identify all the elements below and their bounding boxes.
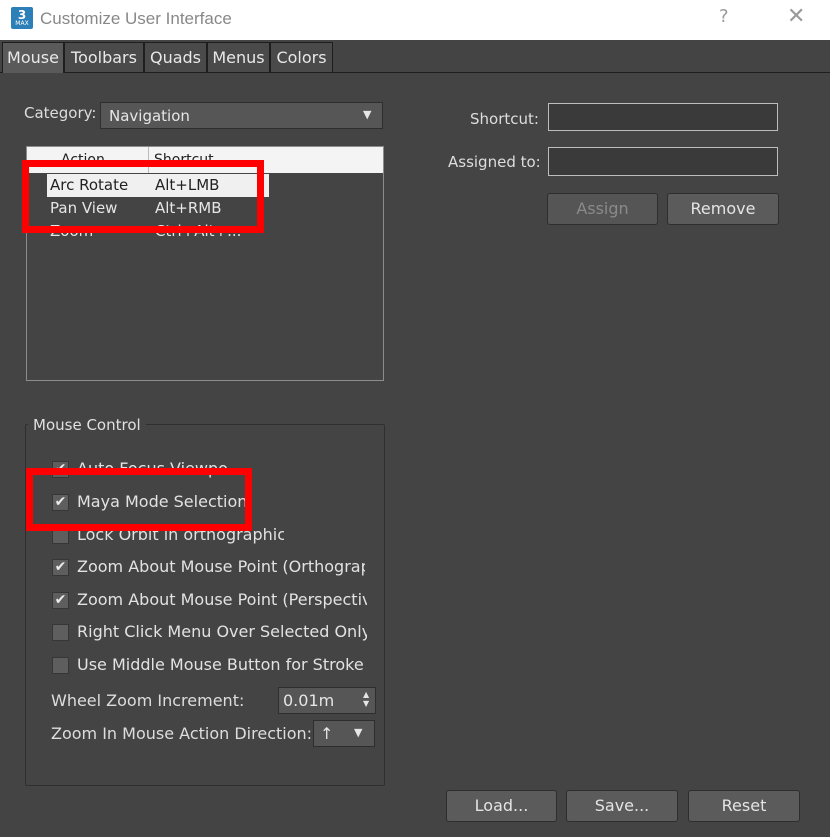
shortcut-input[interactable] [548,103,778,131]
load-button[interactable]: Load... [446,790,557,822]
wheel-zoom-label: Wheel Zoom Increment: [51,691,245,710]
category-value: Navigation [109,107,190,125]
option-label-middle-mouse-stroke: Use Middle Mouse Button for Stroke [77,655,364,674]
wheel-zoom-spinner[interactable]: 0.01m ▲ ▼ [278,687,376,714]
title-bar: 3 MAX Customize User Interface ? ✕ [0,0,830,40]
reset-button[interactable]: Reset [688,790,800,822]
help-icon[interactable]: ? [719,6,729,27]
save-button[interactable]: Save... [566,790,678,822]
category-label: Category: [24,104,97,122]
checkbox-right-click-menu[interactable] [52,624,69,641]
category-dropdown[interactable]: Navigation ▼ [100,102,383,129]
assign-button[interactable]: Assign [547,193,658,225]
option-label-zoom-ortho: Zoom About Mouse Point (Orthographic) [77,557,365,576]
option-label-zoom-perspective: Zoom About Mouse Point (Perspective) [77,590,367,609]
zoom-direction-label: Zoom In Mouse Action Direction: [51,724,313,743]
checkbox-zoom-perspective[interactable]: ✔ [52,592,69,609]
option-label-right-click-menu: Right Click Menu Over Selected Only [77,622,367,641]
checkbox-zoom-ortho[interactable]: ✔ [52,559,69,576]
close-icon[interactable]: ✕ [787,4,805,29]
tab-toolbars[interactable]: Toolbars [64,42,144,72]
highlight-box-maya-mode [26,468,252,531]
chevron-down-icon: ▼ [363,108,372,121]
assigned-to-input[interactable] [548,147,778,176]
zoom-direction-value: ↑ [320,724,334,743]
zoom-direction-dropdown[interactable]: ↑ ▼ [313,720,375,747]
wheel-zoom-value: 0.01m [283,691,335,710]
chevron-down-icon: ▼ [354,726,363,739]
tab-quads[interactable]: Quads [144,42,207,72]
highlight-box-action-rows [22,160,264,233]
checkbox-middle-mouse-stroke[interactable] [52,657,69,674]
tab-colors[interactable]: Colors [270,42,333,72]
spinner-arrows-icon[interactable]: ▲ ▼ [363,690,369,708]
remove-button[interactable]: Remove [667,193,779,225]
tab-mouse[interactable]: Mouse [2,42,64,73]
tab-strip-divider [0,72,830,73]
app-icon-sub: MAX [15,20,29,27]
window-title: Customize User Interface [40,9,232,28]
app-icon: 3 MAX [11,7,33,29]
shortcut-label: Shortcut: [470,110,539,128]
tab-menus[interactable]: Menus [207,42,270,72]
mouse-control-title: Mouse Control [28,416,146,434]
assigned-to-label: Assigned to: [448,153,541,171]
